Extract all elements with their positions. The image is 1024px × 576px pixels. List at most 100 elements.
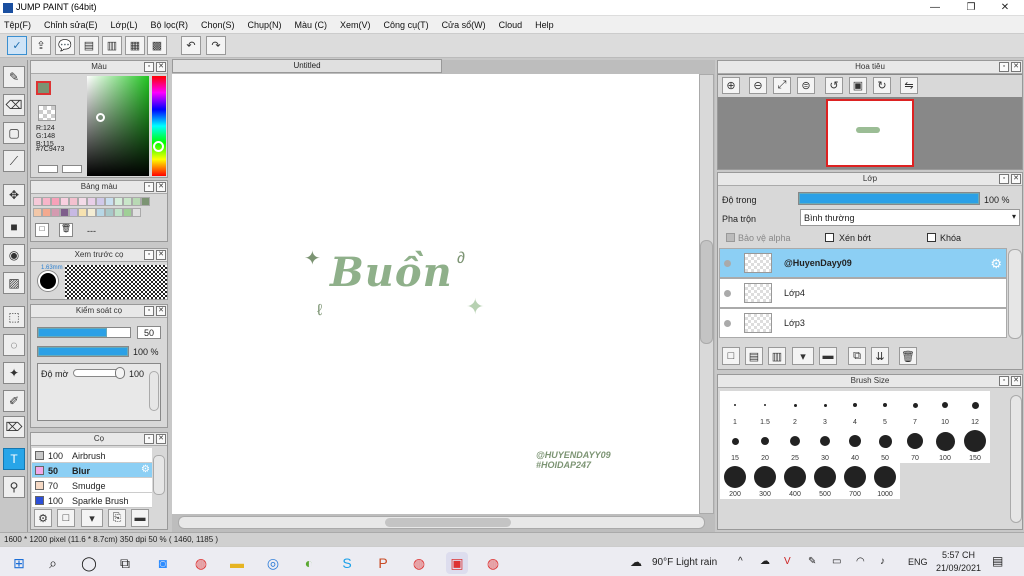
check-icon[interactable]: ✓ — [7, 36, 27, 55]
float-icon[interactable]: ▫ — [999, 62, 1009, 72]
close-icon[interactable]: ✕ — [156, 62, 166, 72]
swatch-color[interactable] — [123, 197, 132, 206]
layer-row[interactable]: Lớp4 — [719, 278, 1007, 308]
rotate-left-icon[interactable]: ↺ — [825, 77, 843, 94]
swatch-color[interactable] — [33, 197, 42, 206]
brush-size-cell[interactable]: 150 — [960, 427, 990, 463]
brush-menu-icon[interactable]: ▾ — [81, 509, 103, 527]
layer-settings-icon[interactable]: ⚙ — [990, 256, 1002, 272]
swatch-color[interactable] — [78, 208, 87, 217]
menu-window[interactable]: Cửa sổ(W) — [442, 20, 486, 30]
file-explorer-icon[interactable]: ▬ — [226, 552, 248, 574]
battery-icon[interactable]: ▭ — [832, 556, 841, 567]
float-icon[interactable]: ▫ — [144, 434, 154, 444]
brush-size-scrollbar[interactable] — [1010, 395, 1022, 523]
blend-select[interactable]: Bình thường ▾ — [800, 209, 1020, 226]
hue-cursor[interactable] — [153, 141, 164, 152]
new-layer-icon[interactable]: □ — [722, 347, 740, 365]
brush-size-cell[interactable]: 30 — [810, 427, 840, 463]
lasso-icon[interactable]: ◌ — [3, 334, 25, 356]
powerpoint-icon[interactable]: P — [372, 552, 394, 574]
rotate-right-icon[interactable]: ↻ — [873, 77, 891, 94]
protect-alpha-checkbox[interactable] — [726, 233, 735, 242]
brush-size-cell[interactable]: 1.5 — [750, 391, 780, 427]
brush-list-item[interactable]: 50 Blur ⚙ — [32, 463, 152, 478]
clock-time[interactable]: 5:57 CH — [942, 550, 975, 560]
magic-wand-icon[interactable]: ✦ — [3, 362, 25, 384]
lock-checkbox[interactable] — [927, 233, 936, 242]
swatch-color[interactable] — [132, 208, 141, 217]
swatch-color[interactable] — [114, 197, 123, 206]
chrome-profile-2-icon[interactable]: ◍ — [482, 552, 504, 574]
brush-list-item[interactable]: 100 Airbrush — [32, 448, 152, 463]
float-icon[interactable]: ▫ — [144, 250, 154, 260]
swatch-color[interactable] — [105, 197, 114, 206]
brush-list-scrollbar[interactable] — [153, 455, 165, 495]
visibility-icon[interactable] — [724, 260, 731, 267]
skype-icon[interactable]: S — [336, 552, 358, 574]
sv-picker[interactable] — [87, 76, 149, 176]
windows-start-icon[interactable]: ⊞ — [8, 552, 30, 574]
swatch-color[interactable] — [69, 208, 78, 217]
menu-filter[interactable]: Bộ lọc(R) — [150, 20, 188, 30]
task-view-icon[interactable]: ⧉ — [114, 552, 136, 574]
restore-button[interactable]: ❐ — [956, 0, 986, 16]
gradient-icon[interactable]: ▨ — [3, 272, 25, 294]
menu-file[interactable]: Tệp(F) — [4, 20, 31, 30]
jump-paint-icon[interactable]: ▣ — [446, 552, 468, 574]
brush-size-slider[interactable] — [37, 327, 131, 338]
search-icon[interactable]: ⌕ — [42, 552, 64, 574]
fit-icon[interactable]: ⤢ — [773, 77, 791, 94]
volume-icon[interactable]: ♪ — [880, 556, 885, 567]
menu-color[interactable]: Màu (C) — [295, 20, 328, 30]
rect-select-icon[interactable]: ▢ — [3, 122, 25, 144]
drawing-canvas[interactable]: Buồn ✦ ✦ ∂ ℓ @HUYENDAYY09 #HOIDAP247 — [172, 74, 699, 514]
merge-layer-icon[interactable]: ⇊ — [871, 347, 889, 365]
cortana-icon[interactable]: ◯ — [78, 552, 100, 574]
close-icon[interactable]: ✕ — [156, 250, 166, 260]
export-icon[interactable]: ⇪ — [31, 36, 51, 55]
undo-icon[interactable]: ↶ — [181, 36, 201, 55]
brush-size-cell[interactable]: 25 — [780, 427, 810, 463]
gear-icon[interactable]: ⚙ — [141, 464, 150, 475]
wifi-icon[interactable]: ◠ — [856, 556, 865, 567]
duplicate-layer-icon[interactable]: ⧉ — [848, 347, 866, 365]
swatch-color[interactable] — [60, 197, 69, 206]
visibility-icon[interactable] — [724, 320, 731, 327]
swatch-color[interactable] — [96, 208, 105, 217]
menu-layer[interactable]: Lớp(L) — [111, 20, 138, 30]
swatch-color[interactable] — [141, 197, 150, 206]
brush-size-value[interactable]: 50 — [137, 326, 161, 339]
brush-size-cell[interactable]: 1 — [720, 391, 750, 427]
zoom-in-icon[interactable]: ⊕ — [722, 77, 740, 94]
brush-settings-icon[interactable]: ⚙ — [34, 509, 52, 527]
new-text-layer-icon[interactable]: ▥ — [768, 347, 786, 365]
keyboard-language[interactable]: ENG — [908, 557, 928, 567]
fill-rect-icon[interactable]: ■ — [3, 216, 25, 238]
new-brush-icon[interactable]: □ — [57, 509, 75, 527]
redo-icon[interactable]: ↷ — [206, 36, 226, 55]
brush-size-cell[interactable]: 200 — [720, 463, 750, 499]
brush-size-cell[interactable]: 50 — [870, 427, 900, 463]
swatch-color[interactable] — [33, 208, 42, 217]
brush-size-cell[interactable]: 400 — [780, 463, 810, 499]
swatch-color[interactable] — [123, 208, 132, 217]
folder-icon[interactable]: ▬ — [819, 347, 837, 365]
layer-row[interactable]: @HuyenDayy09 ⚙ — [719, 248, 1007, 278]
float-icon[interactable]: ▫ — [144, 182, 154, 192]
close-button[interactable]: ✕ — [990, 0, 1020, 16]
brush-control-scrollbar[interactable] — [149, 371, 159, 411]
swatch-color[interactable] — [60, 208, 69, 217]
sv-cursor[interactable] — [96, 113, 105, 122]
notification-icon[interactable]: ▤ — [992, 554, 1003, 568]
line-icon[interactable]: ⟋ — [3, 150, 25, 172]
comment-icon[interactable]: 💬 — [55, 36, 75, 55]
brush-size-cell[interactable]: 7 — [900, 391, 930, 427]
color-mode-button[interactable] — [38, 165, 58, 173]
close-icon[interactable]: ✕ — [156, 306, 166, 316]
color-mode-button-2[interactable] — [62, 165, 82, 173]
brush-copy-icon[interactable]: ⎘ — [108, 509, 126, 527]
message-icon[interactable]: ▤ — [79, 36, 99, 55]
brush-size-cell[interactable]: 12 — [960, 391, 990, 427]
menu-capture[interactable]: Chụp(N) — [248, 20, 282, 30]
